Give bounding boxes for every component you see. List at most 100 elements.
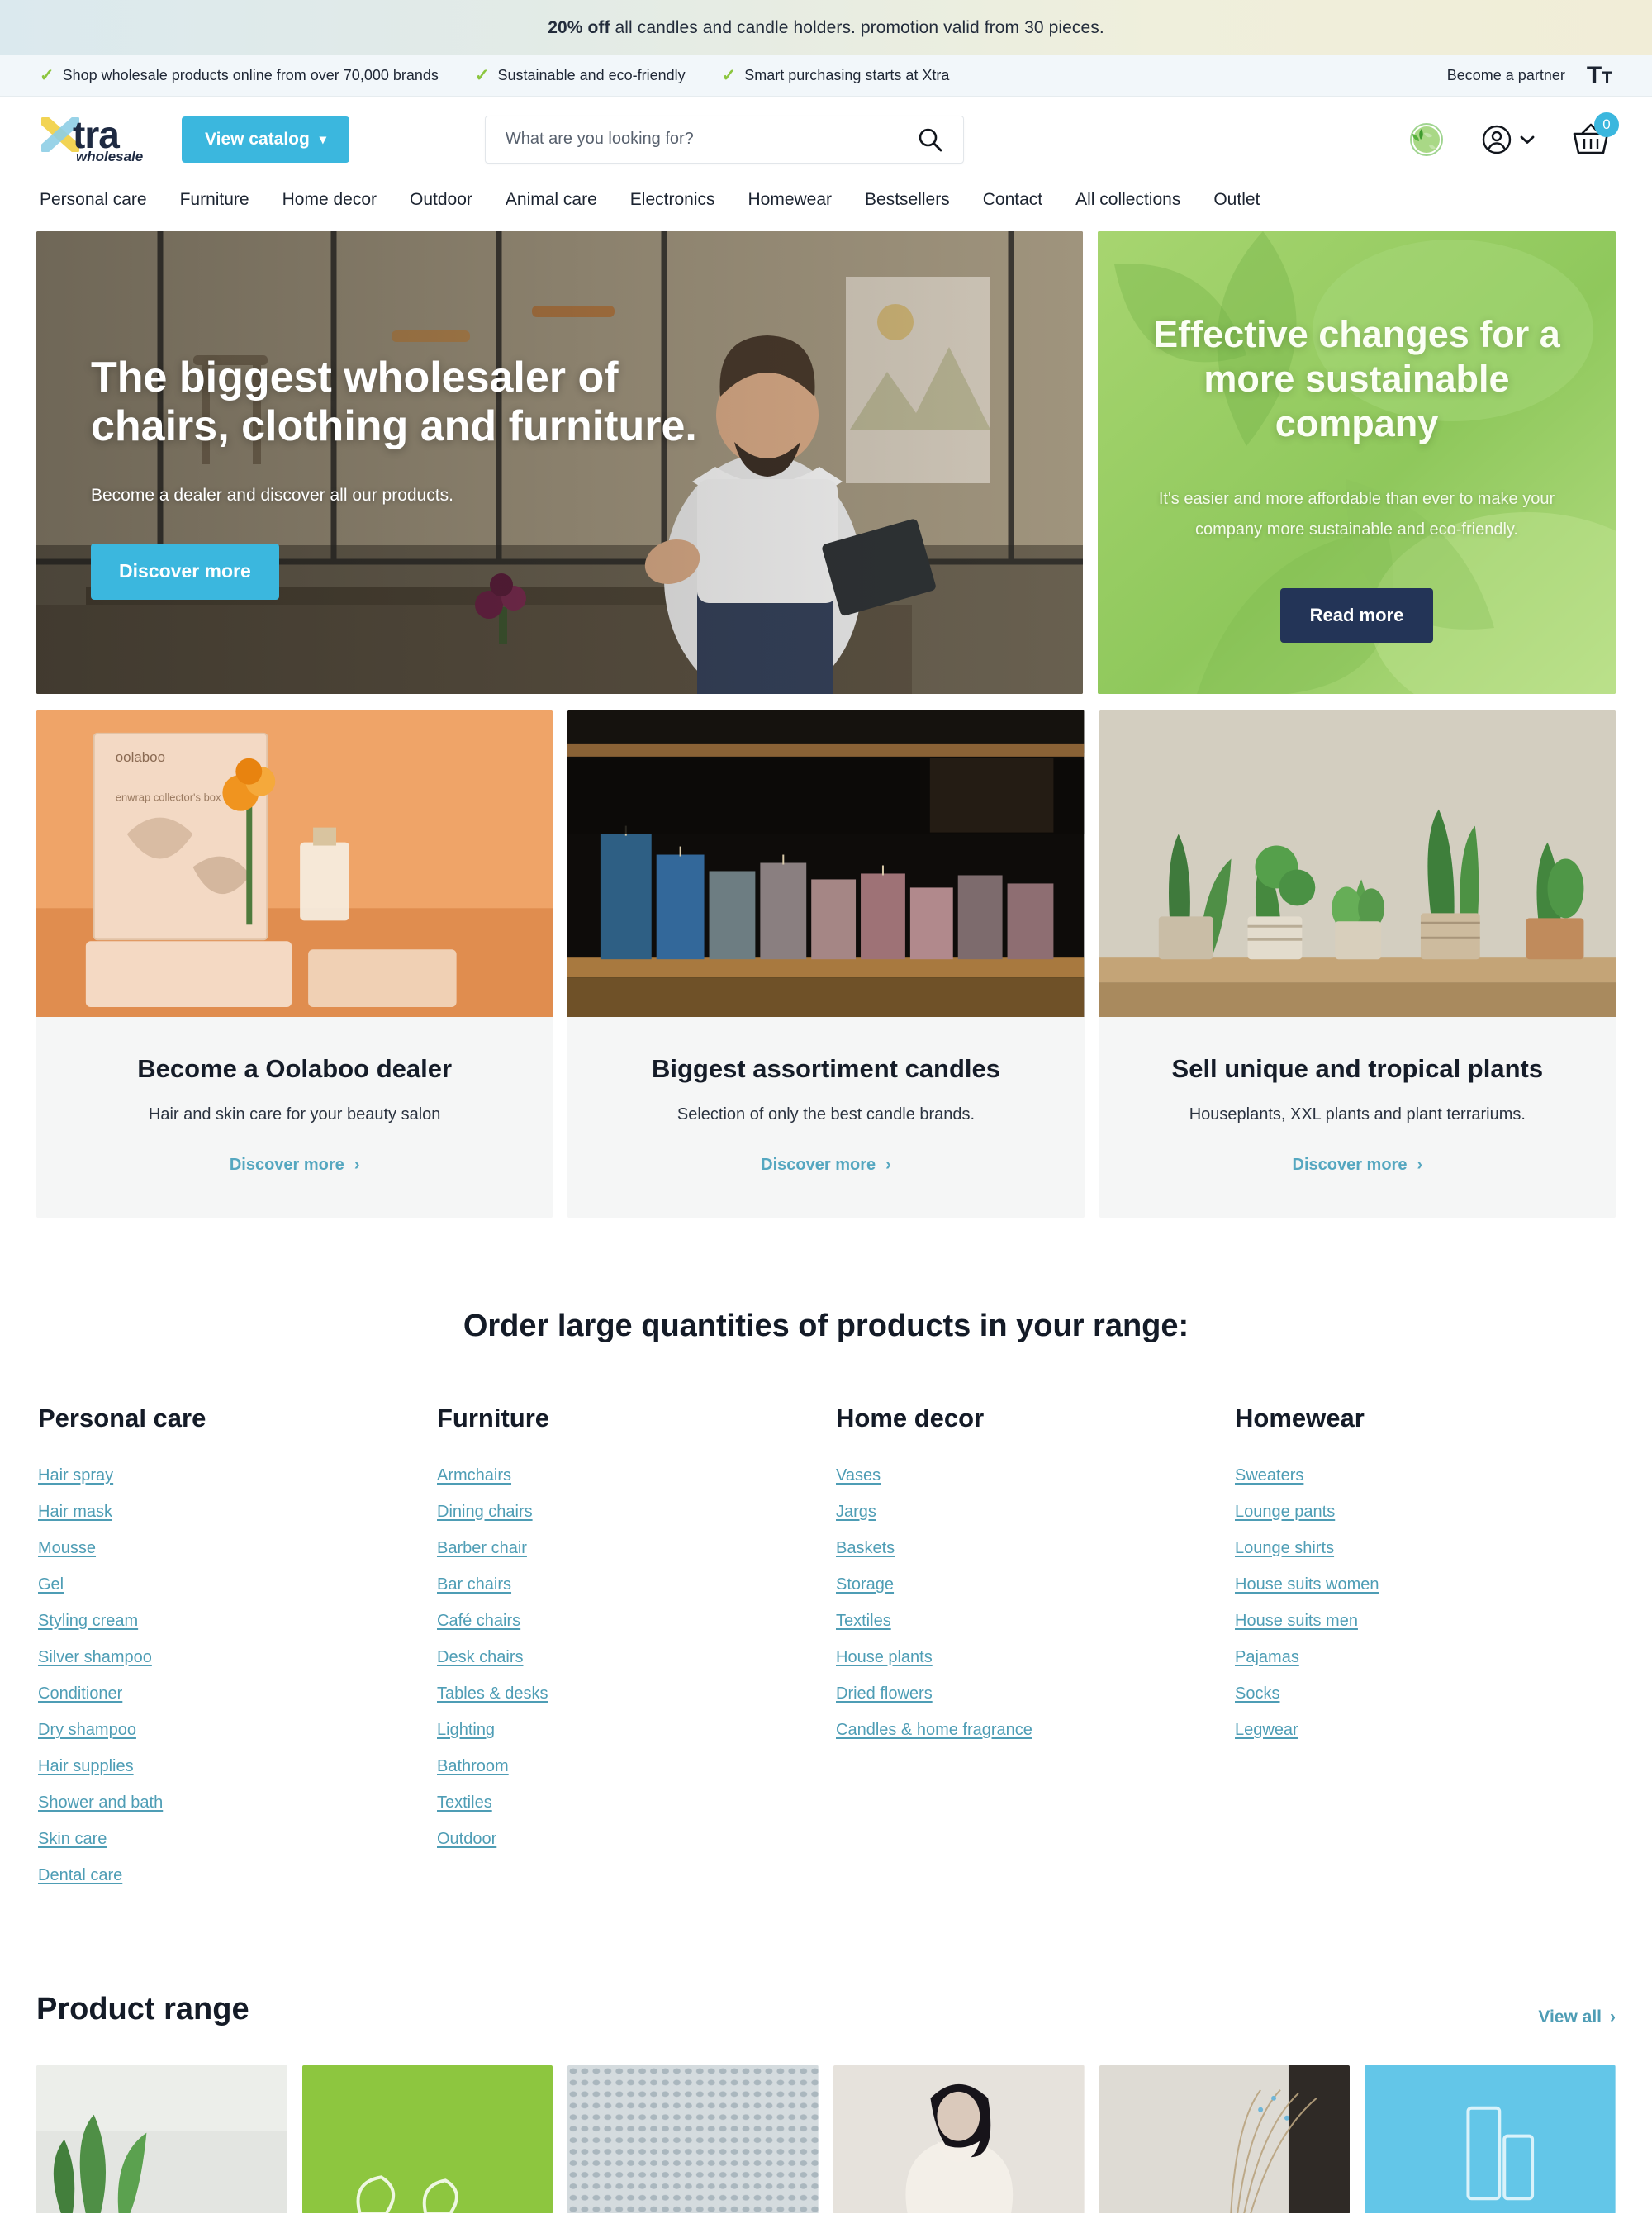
view-all-link[interactable]: View all › — [1538, 2007, 1616, 2027]
category-link[interactable]: Socks — [1235, 1684, 1279, 1703]
category-link[interactable]: Barber chair — [437, 1539, 527, 1557]
product-tile-dried-grass[interactable] — [1099, 2065, 1351, 2214]
category-link[interactable]: Lighting — [437, 1721, 495, 1739]
category-link[interactable]: Bar chairs — [437, 1575, 511, 1594]
category-link[interactable]: Bathroom — [437, 1757, 509, 1775]
nav-item-furniture[interactable]: Furniture — [180, 190, 249, 210]
list-item: Candles & home fragrance — [836, 1721, 1235, 1740]
feature-card-plants[interactable]: Sell unique and tropical plants Housepla… — [1099, 710, 1616, 1218]
category-link[interactable]: Hair supplies — [38, 1757, 134, 1775]
nav-item-contact[interactable]: Contact — [983, 190, 1042, 210]
nav-item-electronics[interactable]: Electronics — [630, 190, 715, 210]
search-input[interactable] — [505, 130, 917, 149]
product-tile-blue-packaging[interactable] — [1365, 2065, 1616, 2214]
category-link[interactable]: Tables & desks — [437, 1684, 548, 1703]
category-link[interactable]: Sweaters — [1235, 1466, 1303, 1485]
category-link[interactable]: Conditioner — [38, 1684, 122, 1703]
nav-item-personal-care[interactable]: Personal care — [40, 190, 147, 210]
nav-item-home-decor[interactable]: Home decor — [282, 190, 377, 210]
svg-text:enwrap collector's box: enwrap collector's box — [116, 791, 221, 804]
sustainability-title: Effective changes for a more sustainable… — [1153, 313, 1560, 444]
category-link[interactable]: Lounge shirts — [1235, 1539, 1334, 1557]
category-link[interactable]: Café chairs — [437, 1612, 520, 1630]
categories-heading: Order large quantities of products in yo… — [463, 1309, 1189, 1343]
feature-card-link[interactable]: Discover more › — [1293, 1156, 1423, 1175]
category-link[interactable]: Silver shampoo — [38, 1648, 152, 1666]
category-link[interactable]: Desk chairs — [437, 1648, 523, 1666]
read-more-button[interactable]: Read more — [1279, 588, 1434, 643]
list-item: Café chairs — [437, 1612, 836, 1631]
cart-button[interactable]: 0 — [1569, 112, 1619, 160]
feature-card-link[interactable]: Discover more › — [761, 1156, 891, 1175]
product-tile-green-card[interactable] — [301, 2065, 553, 2214]
feature-card-link-label: Discover more — [1292, 1156, 1408, 1174]
nav-item-bestsellers[interactable]: Bestsellers — [865, 190, 950, 210]
category-link[interactable]: House suits women — [1235, 1575, 1379, 1594]
eco-globe-icon[interactable] — [1399, 116, 1446, 163]
site-logo[interactable]: tra wholesale — [40, 112, 145, 167]
category-link[interactable]: Hair mask — [38, 1503, 112, 1521]
chevron-down-icon: ▾ — [319, 132, 326, 147]
search-button[interactable] — [917, 126, 943, 153]
nav-item-all-collections[interactable]: All collections — [1075, 190, 1180, 210]
category-link[interactable]: Vases — [836, 1466, 881, 1485]
text-size-icon[interactable]: TT — [1587, 63, 1612, 88]
nav-item-homewear[interactable]: Homewear — [748, 190, 832, 210]
category-link[interactable]: Pajamas — [1235, 1648, 1299, 1666]
category-link[interactable]: Textiles — [437, 1794, 492, 1812]
list-item: Silver shampoo — [38, 1648, 437, 1667]
list-item: House suits men — [1235, 1612, 1634, 1631]
category-link[interactable]: Outdoor — [437, 1830, 496, 1848]
category-link[interactable]: Candles & home fragrance — [836, 1721, 1032, 1739]
list-item: Socks — [1235, 1684, 1634, 1703]
feature-card-oolaboo[interactable]: oolaboo enwrap collector's box Become a … — [36, 710, 553, 1218]
feature-card-link[interactable]: Discover more › — [230, 1156, 360, 1175]
category-link[interactable]: Dining chairs — [437, 1503, 533, 1521]
promotion-banner: 20% off all candles and candle holders. … — [0, 0, 1652, 55]
category-link[interactable]: Dried flowers — [836, 1684, 933, 1703]
list-item: Lounge shirts — [1235, 1539, 1634, 1558]
check-icon: ✓ — [474, 66, 490, 85]
search-icon — [919, 128, 942, 151]
category-link[interactable]: Mousse — [38, 1539, 96, 1557]
become-a-partner-link[interactable]: Become a partner — [1447, 67, 1565, 84]
category-link[interactable]: Hair spray — [38, 1466, 113, 1485]
category-link[interactable]: Baskets — [836, 1539, 895, 1557]
nav-item-outdoor[interactable]: Outdoor — [410, 190, 472, 210]
category-link[interactable]: Styling cream — [38, 1612, 138, 1630]
category-link[interactable]: Jargs — [836, 1503, 876, 1521]
list-item: Hair mask — [38, 1503, 437, 1522]
feature-cards: oolaboo enwrap collector's box Become a … — [36, 710, 1616, 1218]
site-header: tra wholesale View catalog ▾ What are yo… — [0, 97, 1652, 182]
account-menu[interactable] — [1480, 123, 1535, 156]
product-tile-green-plant[interactable] — [36, 2065, 287, 2214]
hero-discover-more-button[interactable]: Discover more — [91, 543, 279, 600]
hero-banner-sustainability[interactable]: Effective changes for a more sustainable… — [1098, 231, 1616, 694]
category-link[interactable]: Storage — [836, 1575, 894, 1594]
product-tile-grey-texture[interactable] — [567, 2065, 819, 2214]
category-link[interactable]: House plants — [836, 1648, 933, 1666]
feature-card-candles[interactable]: Biggest assortiment candles Selection of… — [567, 710, 1085, 1218]
categories-grid: Personal care Hair spray Hair mask Mouss… — [36, 1404, 1616, 1903]
nav-item-outlet[interactable]: Outlet — [1213, 190, 1260, 210]
category-link[interactable]: Textiles — [836, 1612, 891, 1630]
category-link[interactable]: House suits men — [1235, 1612, 1358, 1630]
list-item: Legwear — [1235, 1721, 1634, 1740]
product-tile-sweater[interactable] — [833, 2065, 1085, 2214]
category-link[interactable]: Dental care — [38, 1866, 122, 1884]
category-link[interactable]: Shower and bath — [38, 1794, 163, 1812]
category-link[interactable]: Dry shampoo — [38, 1721, 136, 1739]
category-link[interactable]: Skin care — [38, 1830, 107, 1848]
feature-card-body: Biggest assortiment candles Selection of… — [567, 1018, 1084, 1218]
category-link[interactable]: Legwear — [1235, 1721, 1298, 1739]
search-bar[interactable] — [484, 115, 964, 164]
nav-item-animal-care[interactable]: Animal care — [506, 190, 597, 210]
category-link-list: Armchairs Dining chairs Barber chair Bar… — [437, 1466, 836, 1849]
hero-content: The biggest wholesaler of chairs, clothi… — [91, 354, 735, 600]
category-link[interactable]: Armchairs — [437, 1466, 511, 1485]
category-column-title: Home decor — [836, 1404, 985, 1432]
category-link[interactable]: Lounge pants — [1235, 1503, 1335, 1521]
view-catalog-button[interactable]: View catalog ▾ — [182, 116, 349, 163]
category-link[interactable]: Gel — [38, 1575, 64, 1594]
hero-banner-main[interactable]: The biggest wholesaler of chairs, clothi… — [36, 231, 1083, 694]
